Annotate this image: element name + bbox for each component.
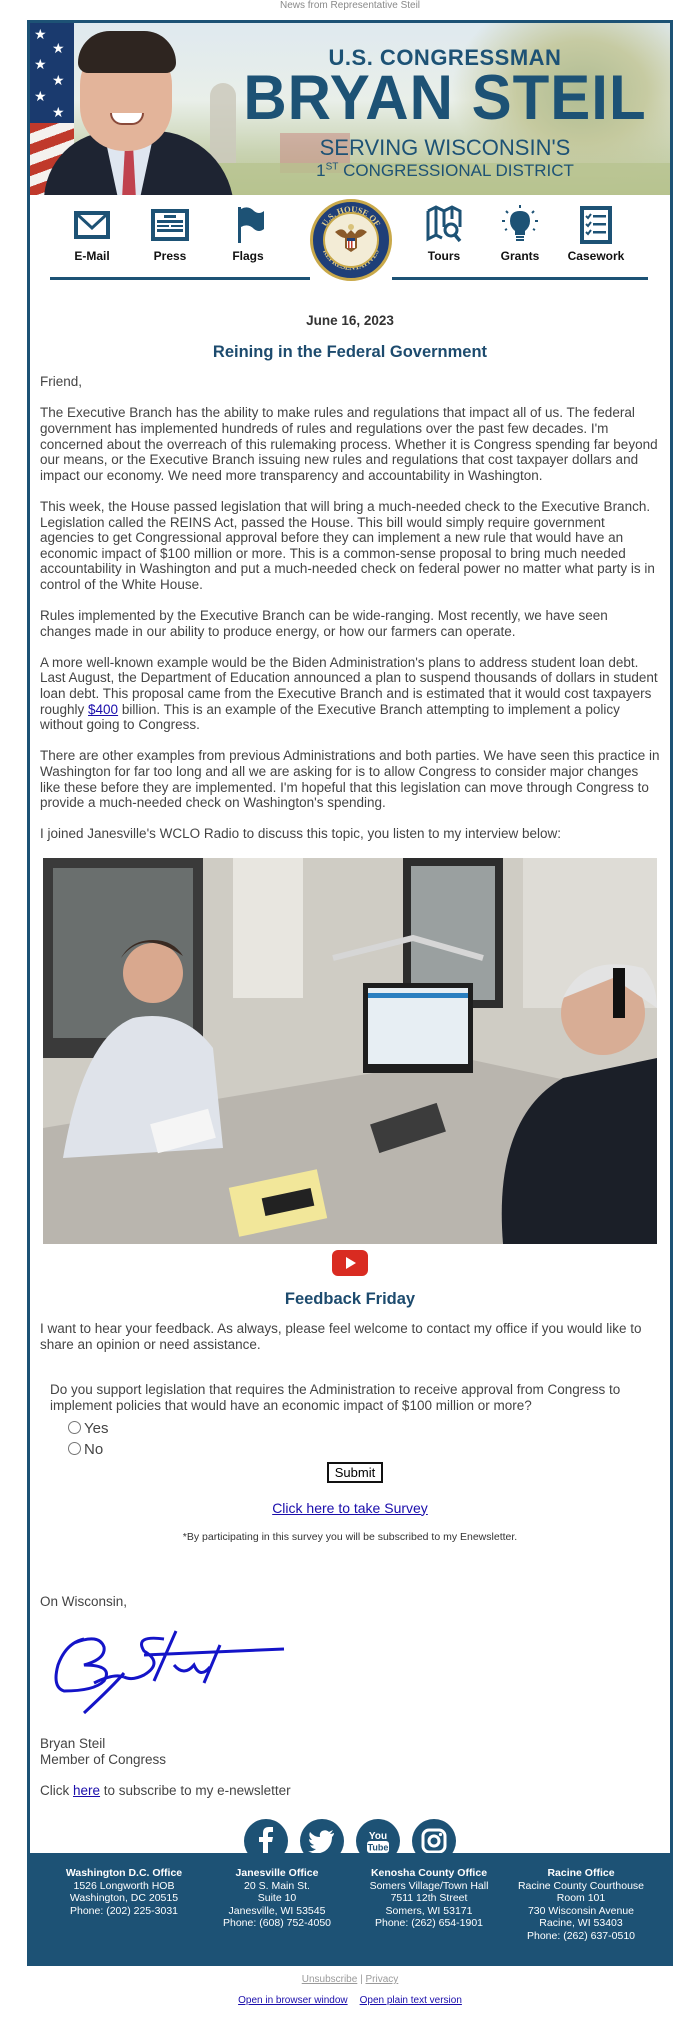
survey-form: Do you support legislation that requires… (40, 1382, 660, 1483)
plain-text-version-link[interactable]: Open plain text version (360, 1995, 462, 2006)
privacy-link[interactable]: Privacy (365, 1974, 398, 1985)
quick-links-nav: E-Mail Press Flags U.S. HOUSE OF REPRESE… (30, 195, 670, 285)
signature-image (54, 1630, 285, 1715)
paragraph-3: Rules implemented by the Executive Branc… (40, 608, 608, 639)
feedback-intro: I want to hear your feedback. As always,… (40, 1321, 642, 1352)
banner-line-4: 1ST CONGRESSIONAL DISTRICT (316, 161, 574, 180)
newspaper-icon (151, 209, 189, 241)
banner-line-3: SERVING WISCONSIN'S (319, 135, 571, 160)
submit-button[interactable]: Submit (326, 1461, 384, 1483)
signer-title: Member of Congress (40, 1751, 167, 1767)
preheader-text: News from Representative Steil (279, 0, 421, 11)
youtube-play-button[interactable] (332, 1249, 368, 1276)
header-banner: ★ ★ ★ ★ ★ ★ U.S. CONGRESSMAN BRYAN STEIL… (30, 23, 670, 195)
map-search-icon (426, 205, 462, 243)
banner-name: BRYAN STEIL (243, 62, 647, 133)
survey-question: Do you support legislation that requires… (50, 1382, 621, 1413)
radio-interview-photo[interactable] (43, 857, 657, 1244)
paragraph-6: I joined Janesville's WCLO Radio to disc… (40, 826, 562, 842)
office-washington: Washington D.C. Office 1526 Longworth HO… (65, 1867, 183, 1917)
congressman-portrait (38, 31, 238, 195)
paragraph-2: This week, the House passed legislation … (40, 498, 655, 592)
office-kenosha: Kenosha County Office Somers Village/Tow… (369, 1867, 489, 1930)
nav-divider-right (392, 277, 648, 280)
article-date: June 16, 2023 (306, 313, 394, 328)
open-in-browser-link[interactable]: Open in browser window (238, 1995, 348, 2006)
survey-disclaimer: *By participating in this survey you wil… (182, 1531, 518, 1544)
email-footer-links: Unsubscribe | Privacy Open in browser wi… (238, 1974, 462, 2006)
eagle-icon (335, 224, 367, 252)
svg-text:You: You (369, 1831, 387, 1842)
signer-name: Bryan Steil (40, 1735, 106, 1751)
flag-icon (238, 207, 264, 243)
nav-item-grants[interactable]: Grants (480, 205, 560, 263)
subscribe-link[interactable]: here (73, 1783, 100, 1798)
envelope-icon (74, 211, 110, 239)
checklist-icon (580, 206, 612, 244)
newsletter-frame: ★ ★ ★ ★ ★ ★ U.S. CONGRESSMAN BRYAN STEIL… (27, 20, 673, 1966)
radio-yes[interactable] (68, 1420, 81, 1434)
subscribe-line: Click here to subscribe to my e-newslett… (40, 1783, 291, 1799)
office-racine: Racine Office Racine County Courthouse R… (517, 1867, 645, 1942)
nav-item-tours[interactable]: Tours (404, 205, 484, 263)
paragraph-1: The Executive Branch has the ability to … (40, 405, 658, 483)
take-survey-link[interactable]: Click here to take Survey (272, 1500, 428, 1516)
signoff: On Wisconsin, (40, 1593, 128, 1609)
svg-text:Tube: Tube (367, 1842, 388, 1852)
survey-option-yes[interactable]: Yes (68, 1418, 660, 1439)
feedback-title: Feedback Friday (284, 1289, 416, 1308)
unsubscribe-link[interactable]: Unsubscribe (302, 1974, 358, 1985)
article-body: June 16, 2023 Reining in the Federal Gov… (40, 285, 660, 1863)
radio-no[interactable] (68, 1441, 81, 1455)
signature-block: Bryan Steil Member of Congress (40, 1736, 660, 1767)
nav-item-email[interactable]: E-Mail (52, 205, 132, 263)
office-janesville: Janesville Office 20 S. Main St. Suite 1… (223, 1867, 331, 1930)
office-footer: Washington D.C. Office 1526 Longworth HO… (30, 1853, 670, 1963)
article-title: Reining in the Federal Government (212, 342, 488, 361)
paragraph-4: A more well-known example would be the B… (40, 654, 658, 733)
survey-option-no[interactable]: No (68, 1439, 660, 1460)
paragraph-5: There are other examples from previous A… (40, 748, 660, 811)
nav-item-flags[interactable]: Flags (208, 205, 288, 263)
lightbulb-icon (502, 205, 538, 241)
nav-item-casework[interactable]: Casework (556, 205, 636, 263)
salutation: Friend, (40, 374, 83, 390)
nav-divider-left (50, 277, 310, 280)
400-billion-link[interactable]: $400 (88, 702, 118, 717)
nav-item-press[interactable]: Press (130, 205, 210, 263)
house-seal-logo[interactable]: U.S. HOUSE OF REPRESENTATIVES (310, 199, 392, 281)
